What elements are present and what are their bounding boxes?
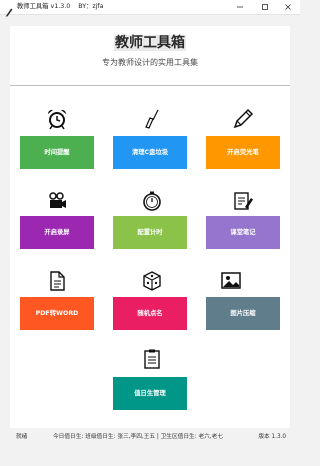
clipboard-icon — [141, 348, 163, 370]
image-compress-button[interactable]: 图片压缩 — [206, 297, 280, 330]
status-bar: 就绪 今日值日生: 班级值日生: 张三,李四,王五 | 卫生区值日生: 老六,老… — [10, 429, 290, 446]
close-icon — [285, 4, 291, 10]
screen-record-button[interactable]: 开启录屏 — [20, 216, 94, 249]
status-duty-info: 今日值日生: 班级值日生: 张三,李四,王五 | 卫生区值日生: 老六,老七 — [53, 434, 224, 440]
class-notes-button[interactable]: 课堂笔记 — [206, 216, 280, 249]
image-icon — [220, 270, 242, 292]
status-version: 版本 1.3.0 — [258, 434, 286, 440]
window-title: 教师工具箱 v1.3.0 BY：zjfa — [17, 3, 104, 10]
duty-management-button[interactable]: 值日生管理 — [113, 377, 187, 410]
page-subtitle: 专为教师设计的实用工具集 — [102, 58, 198, 67]
timer-icon — [141, 190, 163, 212]
window-title-bar: 教师工具箱 v1.3.0 BY：zjfa — [0, 0, 300, 17]
dice-icon — [141, 270, 163, 292]
page-title: 教师工具箱 — [114, 35, 186, 51]
alarm-clock-icon — [46, 108, 68, 130]
random-roll-call-button[interactable]: 随机点名 — [113, 297, 187, 330]
close-button[interactable] — [276, 0, 300, 14]
status-ready: 就绪 — [16, 434, 28, 440]
app-logo-icon — [4, 2, 14, 17]
maximize-icon — [262, 4, 268, 10]
pdf-to-word-button[interactable]: PDF转WORD — [20, 297, 94, 330]
camera-icon — [46, 190, 68, 212]
highlighter-button[interactable]: 开启荧光笔 — [206, 136, 280, 169]
timer-config-button[interactable]: 配置计时 — [113, 216, 187, 249]
time-reminder-button[interactable]: 时间提醒 — [20, 136, 94, 169]
clean-disk-button[interactable]: 清理C盘垃圾 — [113, 136, 187, 169]
minimize-button[interactable] — [228, 0, 252, 14]
document-icon — [46, 270, 68, 292]
maximize-button[interactable] — [253, 0, 277, 14]
minimize-icon — [237, 6, 243, 8]
broom-icon — [141, 108, 163, 130]
header-divider — [10, 85, 290, 86]
notes-icon — [232, 190, 254, 212]
pencil-icon — [232, 108, 254, 130]
